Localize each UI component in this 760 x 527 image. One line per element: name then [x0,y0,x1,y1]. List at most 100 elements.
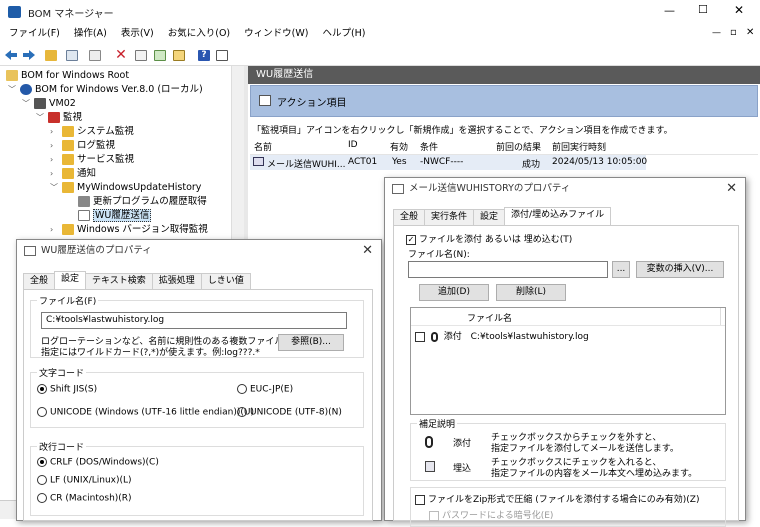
table-row[interactable]: メール送信WUHI... ACT01 Yes -NWCF---- 成功 2024… [250,155,647,170]
filename-input[interactable] [408,261,608,278]
tree-sub-update[interactable]: 更新プログラムの履歴取得 [78,195,207,209]
delete-icon[interactable]: ✕ [112,46,130,64]
properties-icon[interactable] [132,46,150,64]
checkbox-icon[interactable] [415,331,425,342]
col-result[interactable]: 前回の結果 [496,140,541,153]
radio-icon [237,407,247,417]
tree-sub-send[interactable]: WU履歴送信 [78,209,152,223]
export-icon[interactable] [170,46,188,64]
chevron-right-icon[interactable]: › [50,125,62,139]
folder-up-icon[interactable] [42,46,60,64]
col-cond[interactable]: 条件 [420,140,438,153]
tab-settings[interactable]: 設定 [473,209,506,225]
menu-file[interactable]: ファイル(F) [2,24,67,44]
menu-help[interactable]: ヘルプ(H) [315,24,372,44]
help-icon[interactable]: ? [195,46,213,64]
list-header: 名前 ID 有効 条件 前回の結果 前回実行時刻 [250,137,758,155]
col-enabled[interactable]: 有効 [390,140,408,153]
show-pane-icon[interactable] [213,46,231,64]
col-name[interactable]: 名前 [254,140,272,153]
menu-action[interactable]: 操作(A) [67,24,114,44]
checkbox-icon [429,510,439,521]
chevron-down-icon[interactable]: ﹀ [50,181,62,195]
tab-general[interactable]: 全般 [23,273,56,289]
forward-icon[interactable] [20,46,38,64]
maximize-button[interactable]: ☐ [698,3,708,16]
filename-label: ファイル名(N): [408,250,470,260]
col-id[interactable]: ID [348,140,358,150]
list-column-filename[interactable]: ファイル名 [467,311,512,324]
console-tree-icon[interactable] [63,46,81,64]
tree-root[interactable]: BOM for Windows Root [6,69,129,83]
copy-icon[interactable] [86,46,104,64]
close-icon[interactable]: ✕ [362,240,373,262]
back-icon[interactable] [2,46,20,64]
tab-text-search[interactable]: テキスト検索 [85,273,153,289]
refresh-icon[interactable] [151,46,169,64]
menu-favorites[interactable]: お気に入り(O) [161,24,237,44]
delete-button[interactable]: 削除(L) [496,284,566,301]
row-result: 成功 [522,160,541,170]
newline-group-label: 改行コード [37,440,87,453]
password-checkbox[interactable]: パスワードによる暗号化(E) [429,508,553,521]
browse-button[interactable]: 参照(B)... [278,334,344,351]
minimize-button[interactable]: — [664,4,675,17]
chevron-right-icon[interactable]: › [50,167,62,181]
chevron-right-icon[interactable]: › [50,153,62,167]
insert-variable-button[interactable]: 変数の挿入(V)... [636,261,724,278]
tree-item-wuhistory[interactable]: ﹀ MyWindowsUpdateHistory [50,181,201,195]
tree-host[interactable]: ﹀ VM02 [22,97,76,111]
tree-item-system[interactable]: › システム監視 [50,125,134,139]
newline-crlf[interactable]: CRLF (DOS/Windows)(C) [37,457,159,468]
col-time[interactable]: 前回実行時刻 [552,140,606,153]
charset-utf8[interactable]: UNICODE (UTF-8)(N) [237,407,342,418]
add-button[interactable]: 追加(D) [419,284,489,301]
chevron-right-icon[interactable]: › [50,139,62,153]
checkbox-icon: ✓ [406,234,416,245]
newline-cr[interactable]: CR (Macintosh)(R) [37,493,132,504]
newline-lf[interactable]: LF (UNIX/Linux)(L) [37,475,132,486]
chevron-right-icon[interactable]: › [50,223,62,237]
tree-item-log[interactable]: › ログ監視 [50,139,115,153]
charset-eucjp[interactable]: EUC-JP(E) [237,384,293,395]
radio-icon [37,384,47,394]
folder-icon [62,126,74,137]
tab-general[interactable]: 全般 [393,209,426,225]
charset-utf16[interactable]: UNICODE (Windows (UTF-16 little endian))… [37,407,254,418]
list-item[interactable]: 添付 C:¥tools¥lastwuhistory.log [415,329,589,342]
help-embed-2: 指定ファイルの内容をメール本文へ埋め込みます。 [491,469,698,479]
file-list[interactable]: ファイル名 添付 C:¥tools¥lastwuhistory.log [410,307,726,415]
row-enabled: Yes [392,157,407,167]
list-item-mode: 添付 [443,332,462,342]
chevron-down-icon[interactable]: ﹀ [36,111,48,125]
mdi-restore-button[interactable]: ▫ [730,27,737,38]
tree-item-notify[interactable]: › 通知 [50,167,96,181]
tree-item-service[interactable]: › サービス監視 [50,153,134,167]
filename-input[interactable]: C:¥tools¥lastwuhistory.log [41,312,347,329]
tab-threshold[interactable]: しきい値 [200,273,251,289]
checkbox-icon [415,494,425,505]
charset-sjis[interactable]: Shift JIS(S) [37,384,97,395]
tab-attachment[interactable]: 添付/埋め込みファイル [504,207,612,225]
tab-exec-condition[interactable]: 実行条件 [424,209,475,225]
close-button[interactable]: ✕ [734,3,744,17]
chevron-down-icon[interactable]: ﹀ [22,97,34,111]
mdi-minimize-button[interactable]: — [712,28,721,38]
tree-instance[interactable]: ﹀ BOM for Windows Ver.8.0 (ローカル) [8,83,203,97]
tab-extension[interactable]: 拡張処理 [151,273,202,289]
tab-strip: 全般 実行条件 設定 添付/埋め込みファイル [393,207,612,225]
tree-monitor[interactable]: ﹀ 監視 [36,111,82,125]
mdi-close-button[interactable]: ✕ [746,27,754,38]
chevron-down-icon[interactable]: ﹀ [8,83,20,97]
folder-icon [62,182,74,193]
tree-item-winver[interactable]: › Windows バージョン取得監視 [50,223,208,237]
zip-checkbox[interactable]: ファイルをZip形式で圧縮 (ファイルを添付する場合にのみ有効)(Z) [415,492,699,505]
attach-checkbox[interactable]: ✓ ファイルを添付 あるいは 埋め込む(T) [406,232,572,245]
radio-icon [37,493,47,503]
ellipsis-button[interactable]: ... [612,261,630,278]
menu-view[interactable]: 表示(V) [114,24,161,44]
tab-settings[interactable]: 設定 [54,271,87,289]
close-icon[interactable]: ✕ [726,178,737,200]
menu-window[interactable]: ウィンドウ(W) [237,24,315,44]
menu-bar: ファイル(F) 操作(A) 表示(V) お気に入り(O) ウィンドウ(W) ヘルプ(H) … [0,24,760,44]
